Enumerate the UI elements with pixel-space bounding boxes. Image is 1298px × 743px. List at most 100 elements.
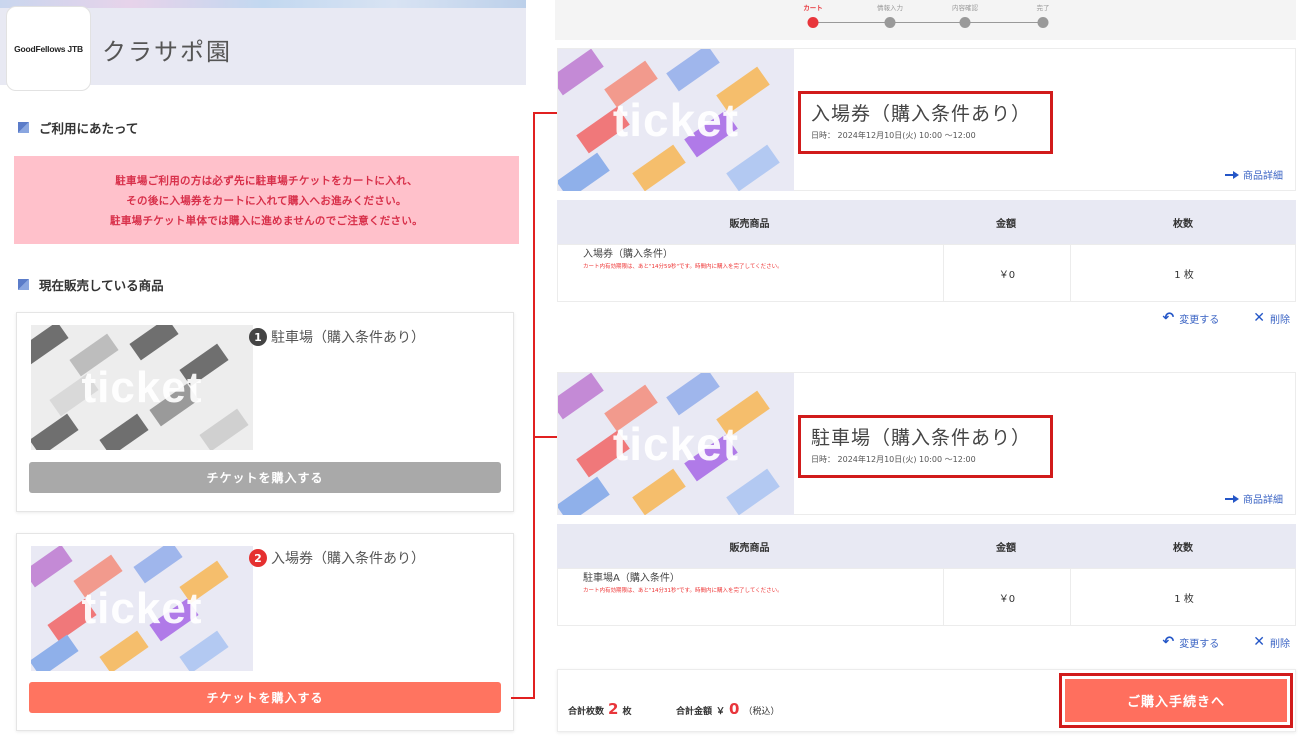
ticket-thumbnail: ticket — [558, 373, 794, 515]
col-header-price: 金額 — [996, 218, 1016, 230]
col-header-qty: 枚数 — [1173, 218, 1193, 230]
park-logo: GoodFellows JTB — [6, 6, 91, 91]
undo-icon: ↶ — [1162, 634, 1175, 650]
arrow-right-icon — [1225, 170, 1239, 179]
notice-line: その後に入場券をカートに入れて購入へお進みください。 — [126, 194, 407, 207]
park-header: GoodFellows JTB クラサポ園 — [0, 0, 526, 91]
row-actions: ↶ 変更する ✕ 削除 — [1163, 634, 1290, 650]
cell-qty: 1 枚 — [1174, 269, 1194, 281]
ticket-thumbnail: ticket — [31, 325, 253, 450]
total-count-value: 2 — [608, 700, 619, 718]
table-row: 駐車場A（購入条件） カート内有効期限は、あと"14分31秒"です。時間内に購入… — [557, 568, 1296, 626]
cart-item-title: 駐車場（購入条件あり） — [811, 427, 1032, 449]
expiry-warning: カート内有効期限は、あと"14分59秒"です。時間内に購入を完了してください。 — [583, 264, 783, 270]
row-actions: ↶ 変更する ✕ 削除 — [1163, 310, 1290, 326]
col-header-product: 販売商品 — [729, 218, 770, 230]
section-marker-icon — [18, 122, 29, 133]
total-price: 合計金額 ￥ 0 （税込） — [676, 700, 779, 718]
notice-box: 駐車場ご利用の方は必ず先に駐車場チケットをカートに入れ、 その後に入場券をカート… — [14, 156, 519, 244]
product-detail-link[interactable]: 商品詳細 — [1225, 491, 1283, 506]
close-icon: ✕ — [1253, 310, 1265, 326]
ticket-thumb-text: ticket — [81, 583, 203, 633]
table-header: 販売商品 金額 枚数 — [557, 200, 1296, 244]
col-header-price: 金額 — [996, 542, 1016, 554]
total-count-unit: 枚 — [622, 707, 632, 717]
currency-symbol: ￥ — [716, 707, 726, 717]
expiry-warning: カート内有効期限は、あと"14分31秒"です。時間内に購入を完了してください。 — [583, 588, 783, 594]
logo-text: GoodFellows JTB — [14, 43, 83, 54]
table-header: 販売商品 金額 枚数 — [557, 524, 1296, 568]
undo-icon: ↶ — [1162, 310, 1175, 326]
number-badge: 1 — [249, 328, 267, 346]
proceed-highlight: ご購入手続きへ — [1059, 673, 1293, 728]
change-label: 変更する — [1179, 638, 1220, 650]
total-price-value: 0 — [729, 700, 740, 718]
detail-link-label: 商品詳細 — [1243, 495, 1283, 506]
delete-button[interactable]: ✕ 削除 — [1253, 634, 1290, 650]
product-detail-link[interactable]: 商品詳細 — [1225, 167, 1283, 182]
section-notice-label: ご利用にあたって — [39, 121, 139, 136]
delete-label: 削除 — [1270, 638, 1290, 650]
section-marker-icon — [18, 279, 29, 290]
step-label: 情報入力 — [877, 4, 903, 12]
change-button[interactable]: ↶ 変更する — [1163, 634, 1220, 650]
cart-footer: 合計枚数 2 枚 合計金額 ￥ 0 （税込） ご購入手続きへ — [557, 669, 1296, 732]
park-name: クラサポ園 — [102, 38, 232, 66]
step-label: 完了 — [1036, 4, 1050, 12]
section-heading-notice: ご利用にあたって — [18, 118, 138, 137]
total-count-label: 合計枚数 — [568, 707, 605, 717]
cell-product: 入場券（購入条件） カート内有効期限は、あと"14分59秒"です。時間内に購入を… — [558, 245, 943, 301]
section-heading-products: 現在販売している商品 — [18, 275, 164, 294]
product-card-parking: ticket 1 駐車場（購入条件あり） チケットを購入する — [16, 312, 514, 512]
ticket-thumb-text: ticket — [81, 362, 203, 412]
total-price-label: 合計金額 — [676, 707, 713, 717]
section-products-label: 現在販売している商品 — [39, 278, 164, 293]
step-line — [813, 22, 1043, 23]
change-label: 変更する — [1179, 314, 1220, 326]
total-count: 合計枚数 2 枚 — [568, 700, 631, 718]
step-dot — [1037, 17, 1049, 28]
buy-ticket-button[interactable]: チケットを購入する — [29, 462, 501, 493]
cell-qty: 1 枚 — [1174, 593, 1194, 605]
cell-product: 駐車場A（購入条件） カート内有効期限は、あと"14分31秒"です。時間内に購入… — [558, 569, 943, 625]
delete-button[interactable]: ✕ 削除 — [1253, 310, 1290, 326]
product-name-text: 入場券（購入条件あり） — [271, 551, 425, 567]
cell-price: ￥0 — [943, 569, 1071, 625]
product-name-text: 駐車場（購入条件あり） — [271, 330, 425, 346]
ticket-thumbnail: ticket — [558, 49, 794, 191]
notice-line: 駐車場チケット単体では購入に進めませんのでご注意ください。 — [110, 214, 423, 227]
arrow-right-icon — [1225, 494, 1239, 503]
row-product-name: 駐車場A（購入条件） — [583, 573, 680, 584]
cart-item-card: ticket 駐車場（購入条件あり） 日時： 2024年12月10日(火) 10… — [557, 372, 1296, 515]
proceed-to-checkout-button[interactable]: ご購入手続きへ — [1065, 679, 1287, 722]
step-dot-active — [807, 17, 819, 28]
ticket-thumb-text: ticket — [612, 418, 740, 470]
progress-steps: カート 情報入力 内容確認 完了 — [555, 0, 1296, 40]
row-product-name: 入場券（購入条件） — [583, 249, 673, 260]
cart-item-date: 日時： 2024年12月10日(火) 10:00 ～12:00 — [811, 455, 976, 464]
product-card-entry: ticket 2 入場券（購入条件あり） チケットを購入する — [16, 533, 514, 731]
product-info-highlight: 入場券（購入条件あり） 日時： 2024年12月10日(火) 10:00 ～12… — [798, 91, 1053, 154]
step-dot — [959, 17, 971, 28]
cart-item-title: 入場券（購入条件あり） — [811, 103, 1032, 125]
product-name: 1 駐車場（購入条件あり） — [249, 327, 425, 347]
cart-panel: カート 情報入力 内容確認 完了 ticket 入場券（購入条件あり） 日時： … — [555, 0, 1298, 743]
tax-note: （税込） — [743, 707, 780, 717]
cell-price: ￥0 — [943, 245, 1071, 301]
product-name: 2 入場券（購入条件あり） — [249, 548, 425, 568]
change-button[interactable]: ↶ 変更する — [1163, 310, 1220, 326]
step-label-active: カート — [803, 4, 823, 12]
notice-line: 駐車場ご利用の方は必ず先に駐車場チケットをカートに入れ、 — [115, 174, 418, 187]
cart-item-date: 日時： 2024年12月10日(火) 10:00 ～12:00 — [811, 131, 976, 140]
screen: GoodFellows JTB クラサポ園 ご利用にあたって 駐車場ご利用の方は… — [0, 0, 1298, 743]
cart-item-card: ticket 入場券（購入条件あり） 日時： 2024年12月10日(火) 10… — [557, 48, 1296, 191]
step-dot — [884, 17, 896, 28]
buy-ticket-button[interactable]: チケットを購入する — [29, 682, 501, 713]
annotation-connector — [511, 697, 535, 699]
close-icon: ✕ — [1253, 634, 1265, 650]
col-header-qty: 枚数 — [1173, 542, 1193, 554]
product-list-panel: GoodFellows JTB クラサポ園 ご利用にあたって 駐車場ご利用の方は… — [0, 0, 528, 743]
product-info-highlight: 駐車場（購入条件あり） 日時： 2024年12月10日(火) 10:00 ～12… — [798, 415, 1053, 478]
ticket-thumbnail: ticket — [31, 546, 253, 671]
ticket-thumb-text: ticket — [612, 94, 740, 146]
